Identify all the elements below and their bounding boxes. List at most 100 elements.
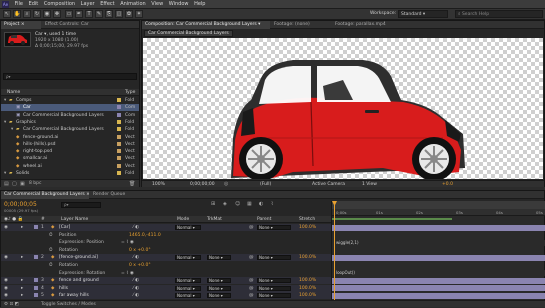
col-name[interactable]: Name [7, 90, 20, 95]
project-list-item[interactable]: ▣ Car Commercial Background Layers Com [1, 112, 139, 119]
label-color-swatch[interactable] [117, 112, 121, 117]
project-list-item[interactable]: ▾ ▰ Comps Fold [1, 97, 139, 104]
camera-tool-icon[interactable]: ◉ [43, 10, 51, 18]
composition-mini-flowchart-icon[interactable]: ⊞ [211, 201, 215, 207]
zoom-dropdown[interactable]: 100% [152, 181, 165, 188]
pick-whip-icon[interactable]: @ [249, 254, 254, 261]
shy-layers-icon[interactable]: ☺ [235, 201, 240, 207]
layer-name[interactable]: [fence-ground.ai] [59, 254, 98, 261]
trkmat-dropdown[interactable]: None ▾ [207, 255, 231, 261]
menu-effect[interactable]: Effect [98, 0, 116, 9]
interpret-footage-icon[interactable]: ▤ [4, 181, 9, 187]
layer-duration-bar[interactable] [332, 224, 545, 231]
property-value[interactable]: 0 x +0.0° [129, 247, 151, 254]
disclosure-triangle-icon[interactable]: ▸ [21, 285, 23, 292]
label-color-swatch[interactable] [117, 119, 121, 124]
visibility-eye-icon[interactable]: ◉ [4, 277, 8, 284]
property-value[interactable]: 0 x +0.0° [129, 262, 151, 269]
layer-label-swatch[interactable] [34, 255, 38, 260]
parent-dropdown[interactable]: None ▾ [257, 225, 291, 230]
col-parent[interactable]: Parent [257, 216, 271, 223]
layer-name[interactable]: far away hills [59, 292, 89, 299]
brush-tool-icon[interactable]: ✎ [95, 10, 103, 18]
rotate-tool-icon[interactable]: ↻ [33, 10, 41, 18]
project-list-item[interactable]: ◆ wheel.ai Vect [1, 163, 139, 170]
layer-label-swatch[interactable] [34, 278, 38, 283]
timeline-search-input[interactable]: ρ▾ [61, 202, 101, 208]
expression-text[interactable]: wiggle(2,1) [332, 239, 545, 246]
trkmat-dropdown[interactable]: None ▾ [207, 278, 231, 284]
disclosure-triangle-icon[interactable]: ▸ [21, 224, 23, 231]
disclosure-triangle-icon[interactable]: ▾ [11, 126, 13, 133]
col-mode[interactable]: Mode [177, 216, 189, 223]
disclosure-triangle-icon[interactable]: ▾ [4, 170, 6, 177]
disclosure-triangle-icon[interactable]: ▾ [4, 119, 6, 126]
layer-switches-icon[interactable]: ⁄ ◐ [133, 277, 139, 284]
layer-name[interactable]: [Car] [59, 224, 70, 231]
parent-dropdown[interactable]: None ▾ [257, 278, 291, 284]
tab-timeline-comp[interactable]: Car Commercial Background Layers × [1, 191, 89, 199]
label-color-swatch[interactable] [117, 127, 121, 132]
view-layout-dropdown[interactable]: 1 View [362, 181, 377, 188]
timeline-layer-row[interactable]: ◉ ▸ 3 ◆ fence and ground ⁄ ◐ Normal ▾ None ▾ @ No… [1, 277, 331, 285]
project-list-item[interactable]: ▣ Car Com [1, 104, 139, 112]
mode-dropdown[interactable]: Normal ▾ [175, 278, 201, 284]
layer-switches-icon[interactable]: ⁄ ◐ [133, 254, 139, 261]
layer-duration-bar[interactable] [332, 254, 545, 261]
visibility-eye-icon[interactable]: ◉ [4, 224, 8, 231]
timeline-property-row[interactable]: Expression: Rotation = ⌇ ◉ [1, 269, 331, 277]
hand-tool-icon[interactable]: ✋ [13, 10, 21, 18]
layer-duration-bar[interactable] [332, 277, 545, 284]
property-value[interactable]: 1465.0,-411.0 [129, 232, 161, 239]
mode-dropdown[interactable]: Normal ▾ [175, 285, 201, 291]
resolution-dropdown[interactable]: (Full) [260, 181, 271, 188]
comp-canvas[interactable] [143, 38, 543, 181]
puppet-tool-icon[interactable]: ✶ [135, 10, 143, 18]
layer-name[interactable]: hills [59, 285, 68, 292]
timeline-layer-row[interactable]: ◉ ▸ 1 ◆ [Car] ⁄ ◐ Normal ▾ @ None ▾ 100.0% [1, 224, 331, 231]
timeline-property-row[interactable]: ⏱ Rotation 0 x +0.0° [1, 262, 331, 269]
project-list-item[interactable]: ▾ ▰ Solids Fold [1, 170, 139, 177]
project-list-item[interactable]: ◆ fence-ground.ai Vect [1, 134, 139, 141]
label-color-swatch[interactable] [117, 141, 121, 146]
layer-duration-bar[interactable] [332, 285, 545, 292]
timeline-layer-row[interactable]: ◉ ▸ 2 ◆ [fence-ground.ai] ⁄ ◐ Normal ▾ None ▾ @ N… [1, 254, 331, 262]
col-stretch[interactable]: Stretch [299, 216, 315, 223]
camera-dropdown[interactable]: Active Camera [312, 181, 345, 188]
menu-layer[interactable]: Layer [79, 0, 97, 9]
frame-blending-icon[interactable]: ▦ [247, 201, 252, 207]
expression-controls-icon[interactable]: = ⌇ ◉ [121, 239, 134, 246]
visibility-eye-icon[interactable]: ◉ [4, 285, 8, 292]
pan-behind-tool-icon[interactable]: ✥ [53, 10, 61, 18]
menu-animation[interactable]: Animation [118, 0, 148, 9]
stopwatch-icon[interactable]: ⏱ [49, 232, 53, 239]
label-color-swatch[interactable] [117, 156, 121, 161]
col-layer-name[interactable]: Layer Name [61, 216, 88, 223]
stretch-value[interactable]: 100.0% [299, 224, 316, 231]
visibility-eye-icon[interactable]: ◉ [4, 254, 8, 261]
draft-3d-icon[interactable]: ◈ [223, 201, 227, 207]
pick-whip-icon[interactable]: @ [249, 277, 254, 284]
timeline-layer-row[interactable]: ◉ ▸ 4 ◆ hills ⁄ ◐ Normal ▾ None ▾ @ None ▾ 100.0% [1, 284, 331, 292]
layer-label-swatch[interactable] [34, 285, 38, 290]
menu-composition[interactable]: Composition [42, 0, 77, 9]
stretch-value[interactable]: 100.0% [299, 277, 316, 284]
menu-view[interactable]: View [149, 0, 165, 9]
menu-file[interactable]: File [13, 0, 25, 9]
expression-controls-icon[interactable]: = ⌇ ◉ [121, 270, 134, 277]
tab-footage-none[interactable]: Footage: (none) [271, 21, 331, 29]
motion-blur-icon[interactable]: ◐ [259, 201, 263, 207]
trash-icon[interactable]: 🗑 [129, 181, 135, 187]
new-comp-icon[interactable]: ▣ [20, 181, 25, 187]
project-list-item[interactable]: ◆ smallcar.ai Vect [1, 155, 139, 162]
selection-tool-icon[interactable]: ↖ [3, 10, 11, 18]
timeline-layer-row[interactable]: ◉ ▸ 5 ◆ far away hills ⁄ ◐ Normal ▾ None ▾ @ None… [1, 292, 331, 300]
project-list-item[interactable]: ◆ hills-(hills).psd Vect [1, 141, 139, 148]
layer-label-swatch[interactable] [34, 225, 38, 229]
parent-dropdown[interactable]: None ▾ [257, 255, 291, 261]
comp-breadcrumb[interactable]: Car Commercial Background Layers [144, 30, 233, 37]
timeline-property-row[interactable]: ⏱ Rotation 0 x +0.0° [1, 246, 331, 254]
trkmat-dropdown[interactable]: None ▾ [207, 293, 231, 299]
parent-dropdown[interactable]: None ▾ [257, 285, 291, 291]
col-trkmat[interactable]: TrkMat [207, 216, 222, 223]
